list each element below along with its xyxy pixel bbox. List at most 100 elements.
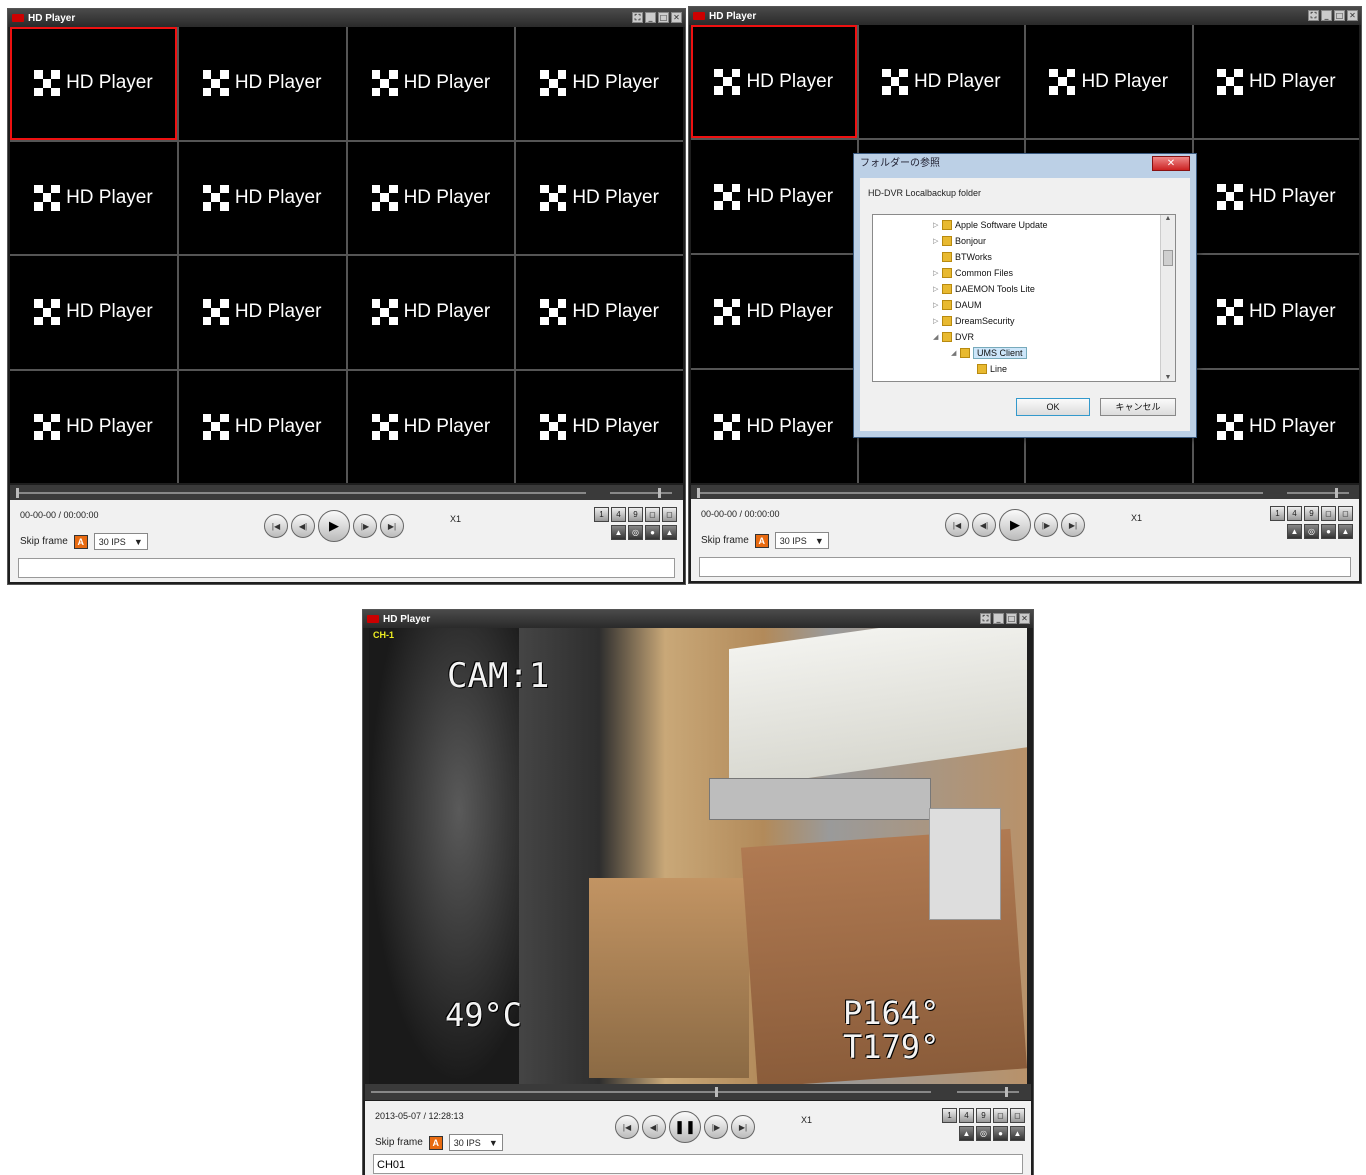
- expand-icon[interactable]: ▷: [933, 301, 939, 309]
- maximize-icon[interactable]: □: [1334, 10, 1345, 21]
- snapshot-icon[interactable]: ◎: [628, 525, 643, 540]
- play-icon[interactable]: ▶: [318, 510, 350, 542]
- pause-icon[interactable]: ❚❚: [669, 1111, 701, 1143]
- step-forward-icon[interactable]: |▶: [1034, 513, 1058, 537]
- channel-cell[interactable]: HD Player: [178, 256, 346, 369]
- layout-full-icon[interactable]: ◻: [1010, 1108, 1025, 1123]
- channel-cell[interactable]: HD Player: [347, 370, 515, 483]
- skip-first-icon[interactable]: |◀: [264, 514, 288, 538]
- tree-scrollbar[interactable]: ▲ ▼: [1160, 215, 1175, 381]
- skip-first-icon[interactable]: |◀: [945, 513, 969, 537]
- channel-cell[interactable]: HD Player: [178, 141, 346, 254]
- layout-1-icon[interactable]: 1: [594, 507, 609, 522]
- record-icon[interactable]: ●: [645, 525, 660, 540]
- channel-cell[interactable]: HD Player: [516, 27, 683, 140]
- channel-cell[interactable]: HD Player: [178, 370, 346, 483]
- title-bar[interactable]: HD Player ⛶ _ □ ✕: [8, 9, 685, 27]
- channel-cell[interactable]: HD Player: [1193, 370, 1359, 483]
- save-icon[interactable]: ▲: [1338, 524, 1353, 539]
- snapshot-icon[interactable]: ◎: [1304, 524, 1319, 539]
- layout-9-icon[interactable]: 9: [976, 1108, 991, 1123]
- collapse-icon[interactable]: ◢: [951, 349, 957, 357]
- step-back-icon[interactable]: ◀|: [642, 1115, 666, 1139]
- speed-indicator[interactable]: X1: [450, 514, 461, 524]
- channel-cell[interactable]: HD Player: [691, 370, 857, 483]
- channel-cell[interactable]: HD Player: [516, 256, 683, 369]
- layout-9-icon[interactable]: 9: [1304, 506, 1319, 521]
- channel-cell[interactable]: HD Player: [10, 256, 177, 369]
- channel-cell[interactable]: HD Player: [1026, 25, 1192, 138]
- collapse-icon[interactable]: ◢: [933, 333, 939, 341]
- tree-item[interactable]: ▷ Apple Software Update: [933, 217, 1048, 233]
- tree-item[interactable]: ▷ DreamSecurity: [933, 313, 1015, 329]
- volume-track[interactable]: [610, 492, 672, 494]
- layout-9-icon[interactable]: 9: [628, 507, 643, 522]
- close-icon[interactable]: ✕: [671, 12, 682, 23]
- tree-item[interactable]: ▷ DAEMON Tools Lite: [933, 281, 1035, 297]
- title-bar[interactable]: HD Player ⛶ _ □ ✕: [689, 7, 1361, 25]
- tree-item-selected[interactable]: ◢ UMS Client: [951, 345, 1027, 361]
- seek-track[interactable]: [16, 492, 586, 494]
- layout-full-icon[interactable]: ◻: [662, 507, 677, 522]
- tree-item[interactable]: Line: [977, 361, 1007, 377]
- channel-cell[interactable]: HD Player: [10, 27, 177, 140]
- minimize-icon[interactable]: _: [645, 12, 656, 23]
- volume-track[interactable]: [957, 1091, 1019, 1093]
- record-icon[interactable]: ●: [993, 1126, 1008, 1141]
- title-bar[interactable]: HD Player ⛶ _ □ ✕: [363, 610, 1033, 628]
- seek-handle[interactable]: [715, 1087, 718, 1097]
- close-icon[interactable]: ✕: [1019, 613, 1030, 624]
- skip-last-icon[interactable]: ▶|: [380, 514, 404, 538]
- save-icon[interactable]: ▲: [662, 525, 677, 540]
- print-icon[interactable]: ▲: [1287, 524, 1302, 539]
- channel-cell[interactable]: HD Player: [10, 370, 177, 483]
- tree-item[interactable]: ◢ DVR: [933, 329, 974, 345]
- volume-handle[interactable]: [1335, 488, 1338, 498]
- scroll-up-icon[interactable]: ▲: [1161, 215, 1175, 222]
- save-icon[interactable]: ▲: [1010, 1126, 1025, 1141]
- volume-handle[interactable]: [658, 488, 661, 498]
- layout-4-icon[interactable]: 4: [611, 507, 626, 522]
- seek-bar[interactable]: [365, 1084, 1031, 1100]
- step-forward-icon[interactable]: |▶: [704, 1115, 728, 1139]
- channel-cell[interactable]: HD Player: [691, 140, 857, 253]
- print-icon[interactable]: ▲: [611, 525, 626, 540]
- seek-track[interactable]: [371, 1091, 931, 1093]
- step-back-icon[interactable]: ◀|: [972, 513, 996, 537]
- minimize-icon[interactable]: _: [993, 613, 1004, 624]
- dialog-close-button[interactable]: ✕: [1152, 156, 1190, 171]
- seek-bar[interactable]: [10, 485, 683, 501]
- seek-handle[interactable]: [697, 488, 700, 498]
- scroll-thumb[interactable]: [1163, 250, 1173, 266]
- maximize-icon[interactable]: □: [658, 12, 669, 23]
- skip-last-icon[interactable]: ▶|: [731, 1115, 755, 1139]
- channel-cell[interactable]: HD Player: [347, 27, 515, 140]
- fullscreen-icon[interactable]: ⛶: [980, 613, 991, 624]
- fps-select[interactable]: 30 IPS ▼: [448, 1134, 503, 1151]
- dialog-title-bar[interactable]: フォルダーの参照 ✕: [854, 154, 1196, 174]
- scroll-down-icon[interactable]: ▼: [1161, 374, 1175, 381]
- channel-cell[interactable]: HD Player: [1193, 255, 1359, 368]
- folder-tree[interactable]: ▷ Apple Software Update ▷ Bonjour BTWorks …: [872, 214, 1176, 382]
- layout-16-icon[interactable]: ◻: [645, 507, 660, 522]
- layout-full-icon[interactable]: ◻: [1338, 506, 1353, 521]
- fps-select[interactable]: 30 IPS ▼: [774, 532, 829, 549]
- channel-cell[interactable]: HD Player: [1193, 25, 1359, 138]
- channel-cell[interactable]: HD Player: [347, 256, 515, 369]
- volume-track[interactable]: [1287, 492, 1349, 494]
- channel-cell[interactable]: HD Player: [516, 141, 683, 254]
- expand-icon[interactable]: ▷: [933, 317, 939, 325]
- auto-skip-toggle[interactable]: A: [428, 1135, 443, 1150]
- layout-4-icon[interactable]: 4: [1287, 506, 1302, 521]
- channel-cell[interactable]: HD Player: [10, 141, 177, 254]
- fullscreen-icon[interactable]: ⛶: [632, 12, 643, 23]
- volume-handle[interactable]: [1005, 1087, 1008, 1097]
- fps-select[interactable]: 30 IPS ▼: [93, 533, 148, 550]
- expand-icon[interactable]: ▷: [933, 221, 939, 229]
- layout-16-icon[interactable]: ◻: [1321, 506, 1336, 521]
- channel-cell[interactable]: HD Player: [178, 27, 346, 140]
- expand-icon[interactable]: ▷: [933, 285, 939, 293]
- close-icon[interactable]: ✕: [1347, 10, 1358, 21]
- channel-cell[interactable]: HD Player: [858, 25, 1024, 138]
- skip-last-icon[interactable]: ▶|: [1061, 513, 1085, 537]
